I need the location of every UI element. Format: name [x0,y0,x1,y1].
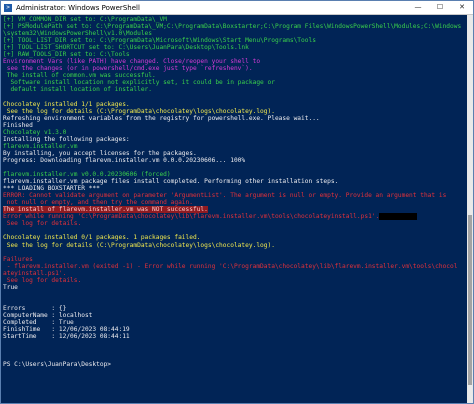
console-line: FinishTime : 12/06/2023 08:44:19 [3,326,130,334]
minimize-button[interactable]: — [407,1,429,14]
console-line: ateyinstall.ps1'. [3,269,67,277]
console-line: True [3,283,18,291]
vertical-scrollbar[interactable] [467,15,473,403]
powershell-icon: > [4,3,12,12]
console-line: See the log for details (C:\ProgramData\… [3,107,275,115]
scrollbar-thumb[interactable] [468,215,472,385]
console-line: See the log for details (C:\ProgramData\… [3,241,275,249]
maximize-button[interactable]: ☐ [429,1,451,14]
console-line: flarevm.installer.vm [3,142,78,150]
console-line: Finished [3,121,33,129]
console-line: [+] VM_COMMON_DIR set to: C:\ProgramData… [3,16,167,23]
console-line: \system32\WindowsPowerShell\v1.0\Modules [3,30,153,38]
console-line: PS C:\Users\JuanPara\Desktop> [3,361,112,369]
window-title: Administrator: Windows PowerShell [16,3,140,12]
console-line: The install of common.vm was successful. [3,72,156,80]
console-line: see the changes (or in powershell/cmd.ex… [3,65,253,73]
console-line: See log for details. [3,220,82,228]
console-line: Chocolatey installed 0/1 packages. 1 pac… [3,234,201,242]
console-line: Chocolatey installed 1/1 packages. [3,100,130,108]
title-bar[interactable]: > Administrator: Windows PowerShell — ☐ … [1,1,473,15]
console-line: Completed : True [3,319,74,327]
console-line: The install of flarevm.installer.vm was … [3,206,208,214]
console-line: Installing the following packages: [3,135,130,143]
console-line: default install location of installer. [3,86,153,94]
console-line: [+] TOOL_LIST_DIR set to: C:\ProgramData… [3,37,316,45]
console-line: [+] PSModulePath set to: C:\ProgramData\… [3,23,462,31]
window-controls: — ☐ ✕ [407,1,473,14]
console-line: [+] RAW_TOOLS_DIR set to: C:\Tools [3,51,130,59]
console-output[interactable]: [+] VM_COMMON_DIR set to: C:\ProgramData… [3,16,467,403]
console-line: See log for details. [3,276,82,284]
console-line: flarevm.installer.vm package files insta… [3,178,339,186]
console-line: [+] TOOL_LIST_SHORTCUT set to: C:\Users\… [3,44,249,52]
console-line: Refreshing environment variables from th… [3,114,320,122]
console-line: By installing, you accept licenses for t… [3,149,197,157]
console-line: Failures [3,255,33,263]
console-line: Error while running 'C:\ProgramData\choc… [3,213,467,221]
console-line: not null or empty, and then try the comm… [3,199,193,207]
close-button[interactable]: ✕ [451,1,473,14]
redacted-block [379,213,417,221]
console-line: *** LOADING BOXSTARTER *** [3,185,100,193]
console-line: flarevm.installer.vm v0.0.0.20230606 (fo… [3,171,171,179]
console-line: Errors : {} [3,304,67,312]
console-line: Chocolatey v1.3.0 [3,128,67,136]
console-line: ERROR: Cannot validate argument on param… [3,192,447,200]
console-line: Progress: Downloading flarevm.installer.… [3,156,246,164]
console-line: Software install location not explicitly… [3,79,275,87]
console-line: - flarevm.installer.vm (exited -1) - Err… [3,262,458,270]
console-line: ComputerName : localhost [3,311,93,319]
console-line: StartTime : 12/06/2023 08:44:11 [3,333,130,341]
powershell-window: > Administrator: Windows PowerShell — ☐ … [0,0,474,404]
